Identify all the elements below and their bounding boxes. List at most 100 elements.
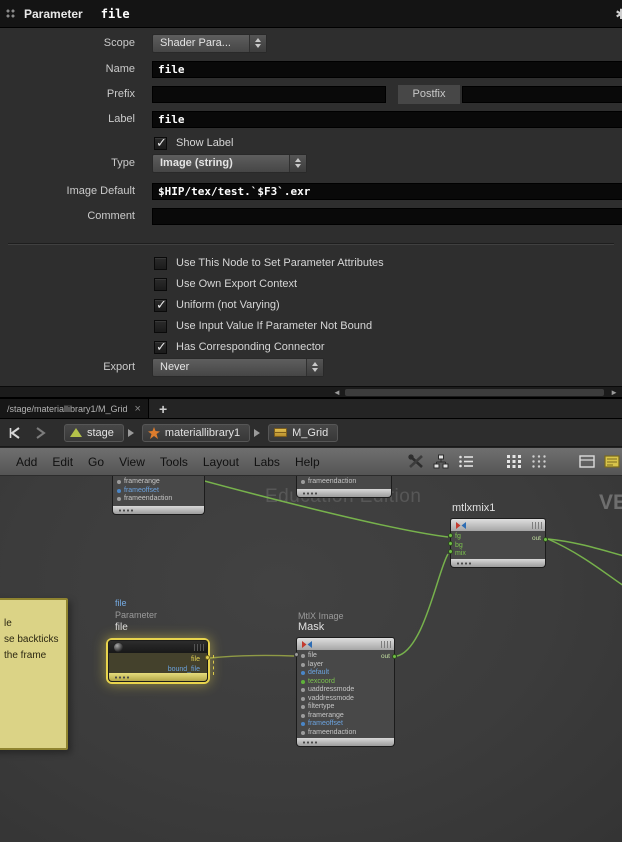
scroll-right-icon[interactable]: ► xyxy=(610,388,618,397)
node-header[interactable] xyxy=(108,640,208,653)
name-field[interactable]: file xyxy=(152,61,622,78)
list-view-icon[interactable] xyxy=(458,454,474,469)
back-icon[interactable] xyxy=(8,426,24,440)
menu-tools[interactable]: Tools xyxy=(160,455,188,469)
node-header[interactable] xyxy=(296,637,395,650)
node-mtlxmix1[interactable]: fg bg mix out xyxy=(450,518,546,568)
network-tab[interactable]: /stage/materiallibrary1/M_Grid × xyxy=(0,399,149,418)
breadcrumb-stage[interactable]: stage xyxy=(64,424,124,442)
spinner-icon[interactable] xyxy=(249,35,266,52)
node-footer[interactable] xyxy=(108,673,208,682)
node-name-label[interactable]: Mask xyxy=(298,621,324,633)
checkbox-row[interactable]: Uniform (not Varying) xyxy=(0,295,622,315)
node-partial-top-left[interactable]: framerange frameoffset frameendaction xyxy=(112,476,205,515)
menu-view[interactable]: View xyxy=(119,455,145,469)
breadcrumb: stage materiallibrary1 M_Grid xyxy=(64,424,338,442)
node-footer[interactable] xyxy=(296,489,392,498)
node-name-label[interactable]: file xyxy=(115,622,128,633)
node-header[interactable] xyxy=(450,518,546,531)
menu-help[interactable]: Help xyxy=(295,455,320,469)
set-parameter-attributes-checkbox[interactable] xyxy=(154,257,167,270)
menu-layout[interactable]: Layout xyxy=(203,455,239,469)
checkbox-row[interactable]: Use Input Value If Parameter Not Bound xyxy=(0,316,622,336)
scope-row: Scope Shader Para... xyxy=(0,33,622,53)
network-editor[interactable]: Education Edition VE le se backticks the… xyxy=(0,476,622,842)
forward-icon[interactable] xyxy=(32,426,48,440)
pane-title-value-field[interactable]: file xyxy=(101,7,130,21)
spinner-icon[interactable] xyxy=(306,359,323,376)
scroll-left-icon[interactable]: ◄ xyxy=(333,388,341,397)
output-port[interactable] xyxy=(543,537,548,542)
input-port[interactable] xyxy=(448,541,453,546)
parameters-panel-icon[interactable] xyxy=(604,454,620,469)
panel-toggle-icon[interactable] xyxy=(579,454,595,469)
uniform-checkbox[interactable] xyxy=(154,299,167,312)
menu-add[interactable]: Add xyxy=(16,455,37,469)
wire[interactable] xyxy=(397,554,448,656)
checkbox-row[interactable]: Use Own Export Context xyxy=(0,274,622,294)
node-partial-top-mid[interactable]: frameendaction xyxy=(296,476,392,498)
postfix-field[interactable] xyxy=(462,86,622,103)
param-dot xyxy=(301,480,305,484)
input-port[interactable] xyxy=(448,533,453,538)
sticky-note[interactable]: le se backticks the frame xyxy=(0,598,68,750)
param-dot xyxy=(301,671,305,675)
node-name-label[interactable]: mtlxmix1 xyxy=(452,502,495,514)
flag-dots-icon[interactable] xyxy=(118,509,133,512)
sticky-line: le xyxy=(4,616,63,632)
node-file-parameter[interactable]: file bound_file xyxy=(108,640,208,682)
output-port[interactable] xyxy=(392,654,397,659)
export-dropdown[interactable]: Never xyxy=(152,358,324,377)
pane-tab-icon[interactable] xyxy=(5,8,17,20)
wire[interactable] xyxy=(210,655,294,658)
breadcrumb-mgrid[interactable]: M_Grid xyxy=(268,424,338,442)
grid-snap-icon[interactable] xyxy=(506,454,522,469)
menu-labs[interactable]: Labs xyxy=(254,455,280,469)
scrollbar-thumb[interactable] xyxy=(345,389,604,396)
network-overview-icon[interactable] xyxy=(433,454,449,469)
checkbox-row[interactable]: Has Corresponding Connector xyxy=(0,337,622,357)
flag-dots-icon[interactable] xyxy=(114,676,129,679)
menu-go[interactable]: Go xyxy=(88,455,104,469)
flag-dots-icon[interactable] xyxy=(302,492,317,495)
image-default-field[interactable]: $HIP/tex/test.`$F3`.exr xyxy=(152,183,622,200)
node-footer[interactable] xyxy=(296,738,395,747)
node-footer[interactable] xyxy=(112,506,205,515)
flag-dots-icon[interactable] xyxy=(456,562,471,565)
network-tab-bar: /stage/materiallibrary1/M_Grid × + xyxy=(0,399,622,419)
node-mask[interactable]: file layer default texcoord uaddressmode… xyxy=(296,637,395,747)
type-dropdown[interactable]: Image (string) xyxy=(152,154,307,173)
output-port[interactable] xyxy=(205,655,210,660)
wire[interactable] xyxy=(548,539,622,556)
new-tab-button[interactable]: + xyxy=(159,401,167,417)
input-port[interactable] xyxy=(448,549,453,554)
param-label: frameendaction xyxy=(308,729,356,737)
input-port[interactable] xyxy=(294,652,299,657)
horizontal-scrollbar[interactable]: ◄ ► xyxy=(0,386,622,397)
prefix-row: Prefix Postfix xyxy=(0,84,622,104)
dots-grid-icon[interactable] xyxy=(531,454,547,469)
tab-close-icon[interactable]: × xyxy=(135,403,141,415)
show-label-row[interactable]: Show Label xyxy=(0,133,622,153)
menu-edit[interactable]: Edit xyxy=(52,455,73,469)
star-icon[interactable]: ✱ xyxy=(615,6,622,23)
own-export-context-checkbox[interactable] xyxy=(154,278,167,291)
scope-dropdown[interactable]: Shader Para... xyxy=(152,34,267,53)
node-footer[interactable] xyxy=(450,559,546,568)
prefix-field[interactable] xyxy=(152,86,386,103)
customize-tools-icon[interactable] xyxy=(408,454,424,469)
input-value-checkbox[interactable] xyxy=(154,320,167,333)
breadcrumb-materiallibrary[interactable]: materiallibrary1 xyxy=(142,424,250,442)
spinner-icon[interactable] xyxy=(289,155,306,172)
checkbox-label: Use Own Export Context xyxy=(176,278,297,290)
checkbox-label: Use This Node to Set Parameter Attribute… xyxy=(176,257,384,269)
corresponding-connector-checkbox[interactable] xyxy=(154,341,167,354)
param-dot xyxy=(301,680,305,684)
show-label-checkbox[interactable] xyxy=(154,137,167,150)
flag-dots-icon[interactable] xyxy=(302,741,317,744)
comment-field[interactable] xyxy=(152,208,622,225)
label-field[interactable]: file xyxy=(152,111,622,128)
section-divider xyxy=(8,243,614,245)
param-label: uaddressmode xyxy=(308,686,354,694)
checkbox-row[interactable]: Use This Node to Set Parameter Attribute… xyxy=(0,253,622,273)
